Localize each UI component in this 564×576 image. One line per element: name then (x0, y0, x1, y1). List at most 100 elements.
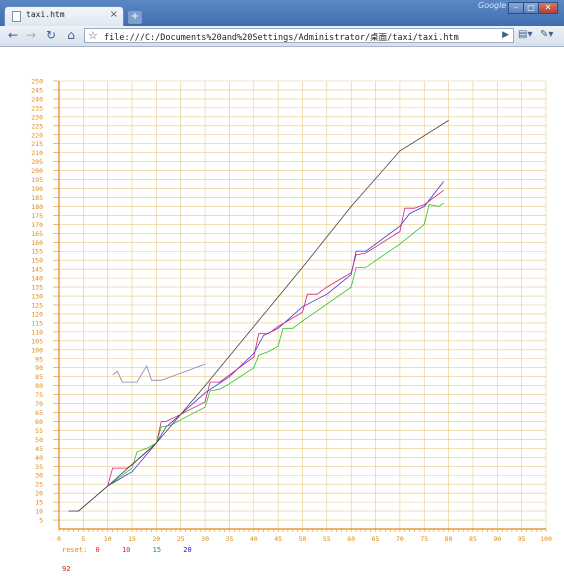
x-tick-label: 80 (445, 535, 453, 543)
y-tick-label: 175 (31, 212, 43, 220)
x-tick-label: 75 (420, 535, 428, 543)
x-tick-label: 95 (518, 535, 526, 543)
browser-tab[interactable]: taxi.htm × (4, 6, 124, 26)
x-tick-label: 65 (372, 535, 380, 543)
y-tick-label: 250 (31, 78, 43, 86)
y-tick-label: 135 (31, 284, 43, 292)
minimize-button[interactable]: – (508, 2, 524, 14)
page-menu-icon[interactable]: ▤▾ (518, 29, 532, 40)
y-tick-label: 15 (35, 499, 43, 507)
x-tick-label: 50 (299, 535, 307, 543)
bookmark-star-icon[interactable]: ☆ (88, 29, 98, 42)
back-arrow-icon[interactable]: ← (6, 28, 20, 42)
document-icon (12, 11, 21, 22)
close-window-button[interactable]: ✕ (538, 2, 558, 14)
x-tick-label: 70 (396, 535, 404, 543)
y-tick-label: 225 (31, 122, 43, 130)
y-tick-label: 40 (35, 454, 43, 462)
y-tick-label: 55 (35, 427, 43, 435)
go-icon[interactable]: ▶ (502, 30, 509, 40)
y-tick-label: 65 (35, 409, 43, 417)
y-tick-label: 100 (31, 346, 43, 354)
legend-item-1: 10 (121, 546, 131, 554)
series-line-3 (112, 363, 206, 383)
series-line-1 (107, 189, 444, 487)
forward-arrow-icon[interactable]: → (24, 28, 38, 42)
y-tick-label: 120 (31, 310, 43, 318)
y-tick-label: 170 (31, 221, 43, 229)
x-tick-label: 10 (104, 535, 112, 543)
y-tick-label: 10 (35, 508, 43, 516)
home-icon[interactable]: ⌂ (64, 28, 78, 42)
tab-title: taxi.htm (26, 10, 65, 19)
x-tick-label: 20 (152, 535, 160, 543)
y-tick-label: 130 (31, 293, 43, 301)
y-tick-label: 50 (35, 436, 43, 444)
y-tick-label: 195 (31, 176, 43, 184)
brand-label: Google (478, 1, 507, 10)
y-tick-label: 205 (31, 158, 43, 166)
y-tick-label: 160 (31, 239, 43, 247)
y-tick-label: 150 (31, 257, 43, 265)
title-bar: taxi.htm × + Google – □ ✕ (0, 0, 564, 26)
y-tick-label: 125 (31, 302, 43, 310)
y-tick-label: 20 (35, 490, 43, 498)
maximize-button[interactable]: □ (523, 2, 539, 14)
x-tick-label: 0 (57, 535, 61, 543)
y-tick-label: 105 (31, 337, 43, 345)
y-tick-label: 165 (31, 230, 43, 238)
y-tick-label: 215 (31, 140, 43, 148)
x-tick-label: 35 (226, 535, 234, 543)
y-tick-label: 180 (31, 203, 43, 211)
legend: reset: 0 10 15 20 (62, 546, 210, 554)
footer-number: 92 (62, 565, 71, 573)
x-tick-label: 100 (540, 535, 552, 543)
x-tick-label: 15 (128, 535, 136, 543)
y-tick-label: 5 (39, 517, 43, 525)
reload-icon[interactable]: ↻ (44, 28, 58, 42)
legend-item-0: 0 (95, 546, 100, 554)
y-tick-label: 60 (35, 418, 43, 426)
y-tick-label: 235 (31, 104, 43, 112)
y-tick-label: 200 (31, 167, 43, 175)
y-tick-label: 185 (31, 194, 43, 202)
x-tick-label: 85 (469, 535, 477, 543)
y-tick-label: 35 (35, 463, 43, 471)
new-tab-button[interactable]: + (128, 11, 142, 24)
y-tick-label: 95 (35, 355, 43, 363)
url-text: file:///C:/Documents%20and%20Settings/Ad… (104, 33, 459, 43)
y-tick-label: 140 (31, 275, 43, 283)
taxi-fare-chart: 5101520253035404550556065707580859095100… (31, 78, 552, 544)
wrench-menu-icon[interactable]: ✎▾ (540, 29, 553, 40)
browser-toolbar: ← → ↻ ⌂ ☆ file:///C:/Documents%20and%20S… (0, 26, 564, 47)
legend-item-2: 15 (152, 546, 162, 554)
x-tick-label: 5 (81, 535, 85, 543)
x-tick-label: 90 (493, 535, 501, 543)
y-tick-label: 75 (35, 391, 43, 399)
y-tick-label: 30 (35, 472, 43, 480)
y-tick-label: 70 (35, 400, 43, 408)
y-tick-label: 245 (31, 86, 43, 94)
y-tick-label: 85 (35, 373, 43, 381)
x-tick-label: 55 (323, 535, 331, 543)
address-bar[interactable]: ☆ file:///C:/Documents%20and%20Settings/… (84, 28, 514, 43)
legend-label: reset: (62, 546, 88, 554)
y-tick-label: 25 (35, 481, 43, 489)
y-tick-label: 240 (31, 95, 43, 103)
close-tab-icon[interactable]: × (110, 9, 118, 20)
y-tick-label: 190 (31, 185, 43, 193)
x-tick-label: 25 (177, 535, 185, 543)
x-tick-label: 40 (250, 535, 258, 543)
y-tick-label: 220 (31, 131, 43, 139)
series-line-2 (107, 202, 444, 487)
y-tick-label: 155 (31, 248, 43, 256)
legend-item-3: 20 (183, 546, 192, 554)
x-tick-label: 60 (347, 535, 355, 543)
x-tick-label: 45 (274, 535, 282, 543)
page-content: 5 10 15 20 25 30 35 40 45 50 55 60 65 70 75 80 85 90 95 100… (0, 47, 564, 576)
y-tick-label: 145 (31, 266, 43, 274)
y-tick-label: 45 (35, 445, 43, 453)
y-tick-label: 115 (31, 319, 43, 327)
x-tick-label: 30 (201, 535, 209, 543)
series-line-4 (68, 120, 449, 512)
